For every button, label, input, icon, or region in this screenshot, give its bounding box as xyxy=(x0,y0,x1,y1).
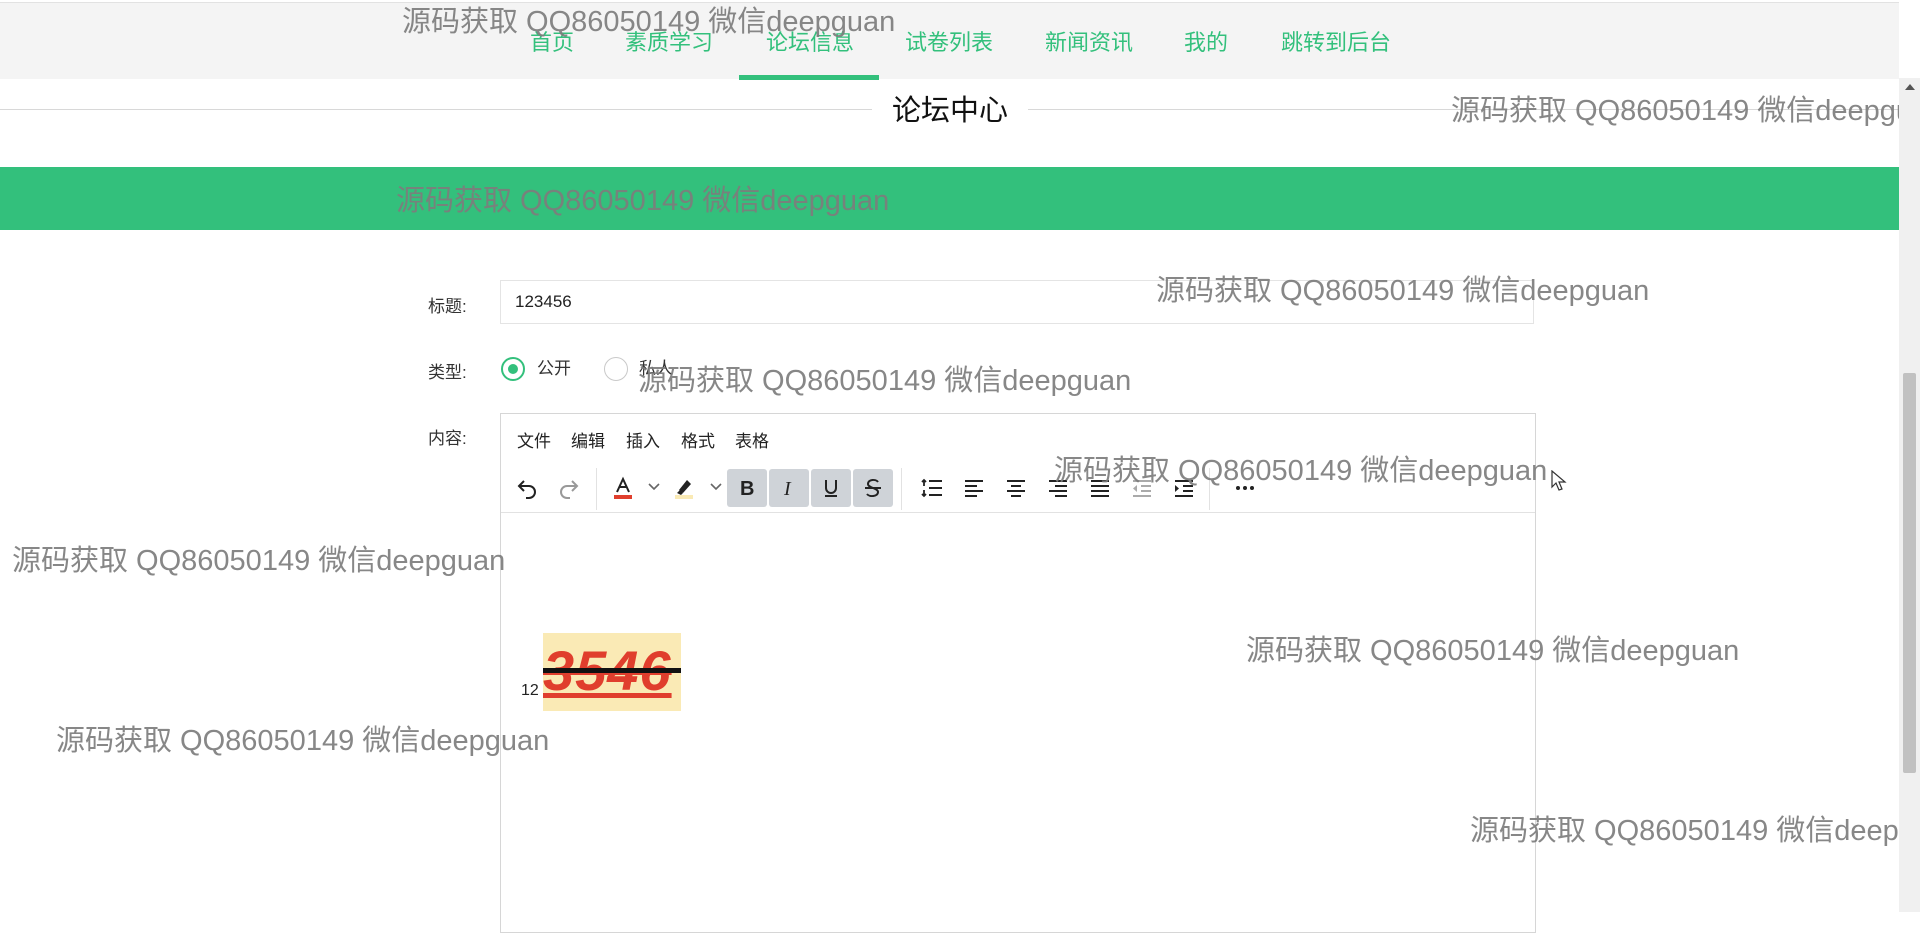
watermark-text: 源码获取 QQ86050149 微信deepguan xyxy=(1054,455,1548,487)
underline-icon[interactable] xyxy=(811,469,851,507)
page-scrollbar[interactable] xyxy=(1899,78,1920,912)
menu-table[interactable]: 表格 xyxy=(735,427,769,452)
nav-item-backend[interactable]: 跳转到后台 xyxy=(1278,3,1394,79)
watermark-text: 源码获取 QQ86050149 微信deepguan xyxy=(56,725,550,757)
green-banner xyxy=(0,167,1899,230)
watermark-text: 源码获取 QQ86050149 微信deepguan xyxy=(12,545,506,577)
svg-text:I: I xyxy=(783,478,792,499)
chevron-down-icon[interactable] xyxy=(647,482,661,492)
text-color-icon[interactable] xyxy=(603,469,643,507)
nav-item-exam-list[interactable]: 试卷列表 xyxy=(902,3,996,79)
menu-insert[interactable]: 插入 xyxy=(626,427,660,452)
nav-item-mine[interactable]: 我的 xyxy=(1182,3,1230,79)
undo-icon[interactable] xyxy=(507,469,547,507)
type-radio-public[interactable] xyxy=(501,357,525,381)
align-center-icon[interactable] xyxy=(996,469,1036,507)
top-nav: 首页 素质学习 论坛信息 试卷列表 新闻资讯 我的 跳转到后台 xyxy=(0,2,1899,80)
menu-file[interactable]: 文件 xyxy=(517,427,551,452)
watermark-text: 源码获取 QQ86050149 微信deepguan xyxy=(638,365,1132,397)
nav-active-indicator xyxy=(739,75,879,80)
content-strikethrough-line xyxy=(543,668,681,673)
nav-item-news[interactable]: 新闻资讯 xyxy=(1042,3,1136,79)
mouse-cursor-icon xyxy=(1551,470,1567,491)
chevron-down-icon[interactable] xyxy=(709,482,723,492)
watermark-text: 源码获取 QQ86050149 微信deepguan xyxy=(1156,275,1650,307)
bold-icon[interactable]: B xyxy=(727,469,767,507)
page-title: 论坛中心 xyxy=(891,95,1008,127)
line-height-icon[interactable] xyxy=(912,469,952,507)
watermark-text: 源码获取 QQ86050149 微信deepguan xyxy=(402,6,896,38)
watermark-text: 源码获取 QQ86050149 微信deepguan xyxy=(1470,815,1920,847)
watermark-text: 源码获取 QQ86050149 微信deepguan xyxy=(1246,635,1740,667)
rich-text-editor: 文件 编辑 插入 格式 表格 B I 12 3546 xyxy=(500,413,1536,933)
watermark-text: 源码获取 QQ86050149 微信deepguan xyxy=(1451,95,1920,127)
type-radio-private[interactable] xyxy=(604,357,628,381)
scroll-up-arrow-icon[interactable] xyxy=(1905,84,1915,90)
scrollbar-thumb[interactable] xyxy=(1903,373,1916,773)
redo-icon[interactable] xyxy=(549,469,589,507)
svg-text:B: B xyxy=(740,478,754,499)
content-small-text: 12 xyxy=(521,682,539,699)
title-divider-left xyxy=(0,109,872,110)
menu-format[interactable]: 格式 xyxy=(681,427,715,452)
strikethrough-icon[interactable] xyxy=(853,469,893,507)
title-label: 标题: xyxy=(428,297,467,316)
watermark-text: 源码获取 QQ86050149 微信deepguan xyxy=(396,185,890,217)
italic-icon[interactable]: I xyxy=(769,469,809,507)
type-label: 类型: xyxy=(428,363,467,382)
content-label: 内容: xyxy=(428,429,467,448)
editor-content-area[interactable]: 12 3546 xyxy=(501,513,1535,933)
type-radio-public-label[interactable]: 公开 xyxy=(537,357,571,381)
highlight-color-icon[interactable] xyxy=(664,469,704,507)
menu-edit[interactable]: 编辑 xyxy=(571,427,605,452)
align-left-icon[interactable] xyxy=(954,469,994,507)
